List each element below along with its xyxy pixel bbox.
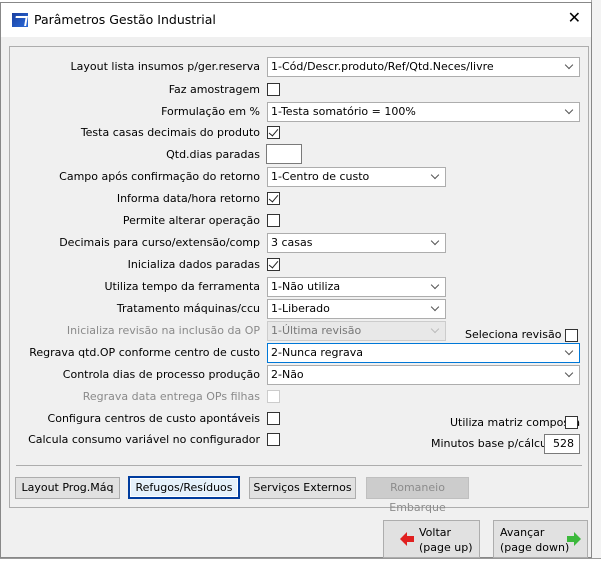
app-icon — [12, 13, 28, 27]
configura-centros-custo-label: Configura centros de custo apontáveis — [47, 412, 260, 425]
voltar-label: Voltar — [419, 526, 452, 539]
calcula-consumo-variavel-checkbox[interactable] — [267, 433, 280, 446]
testa-casas-decimais-checkbox[interactable] — [267, 126, 280, 139]
chevron-down-icon[interactable] — [561, 103, 579, 121]
inicializa-revisao-label: Inicializa revisão na inclusão da OP — [66, 324, 260, 337]
seleciona-revisao-checkbox[interactable] — [565, 329, 578, 342]
informa-data-hora-checkbox[interactable] — [267, 192, 280, 205]
parameters-group: Seleciona revisão Utiliza matriz compost… — [9, 46, 589, 514]
formulacao-value: 1-Testa somatório = 100% — [271, 105, 416, 118]
chevron-down-icon[interactable] — [427, 168, 445, 186]
calcula-consumo-variavel-label: Calcula consumo variável no configurador — [28, 433, 260, 446]
formulacao-label: Formulação em % — [161, 105, 260, 118]
testa-casas-decimais-label: Testa casas decimais do produto — [80, 126, 260, 139]
utiliza-matriz-label: Utiliza matriz composta — [450, 416, 581, 429]
inicializa-dados-paradas-label: Inicializa dados paradas — [127, 258, 260, 271]
configura-centros-custo-checkbox[interactable] — [267, 412, 280, 425]
utiliza-tempo-ferramenta-value: 1-Não utiliza — [271, 280, 341, 293]
campo-apos-confirmacao-value: 1-Centro de custo — [271, 170, 370, 183]
chevron-down-icon[interactable] — [427, 234, 445, 252]
informa-data-hora-label: Informa data/hora retorno — [116, 192, 260, 205]
tratamento-maquinas-label: Tratamento máquinas/ccu — [116, 302, 260, 315]
regrava-data-entrega-label: Regrava data entrega OPs filhas — [82, 390, 260, 403]
romaneio-embarque-button[interactable]: Romaneio Embarque — [366, 477, 469, 514]
layout-lista-insumos-label: Layout lista insumos p/ger.reserva — [70, 60, 260, 73]
regrava-data-entrega-checkbox[interactable] — [267, 390, 280, 403]
formulacao-select[interactable]: 1-Testa somatório = 100% — [267, 102, 580, 122]
permite-alterar-operacao-checkbox[interactable] — [267, 214, 280, 227]
decimais-curso-label: Decimais para curso/extensão/comp — [59, 236, 260, 249]
minutos-base-input[interactable]: 528 — [544, 434, 580, 454]
controla-dias-processo-value: 2-Não — [271, 368, 304, 381]
voltar-button[interactable]: Voltar (page up) — [383, 520, 480, 558]
chevron-down-icon[interactable] — [561, 58, 579, 76]
campo-apos-confirmacao-label: Campo após confirmação do retorno — [59, 170, 260, 183]
arrow-left-icon — [400, 532, 414, 546]
qtd-dias-paradas-label: Qtd.dias paradas — [166, 148, 260, 161]
controla-dias-processo-label: Controla dias de processo produção — [62, 368, 260, 381]
utiliza-matriz-checkbox[interactable] — [565, 416, 578, 429]
inicializa-revisao-value: 1-Última revisão — [271, 324, 362, 337]
chevron-down-icon[interactable] — [561, 344, 579, 362]
decimais-curso-value: 3 casas — [271, 236, 313, 249]
minutos-base-label: Minutos base p/cálculo — [431, 437, 557, 450]
divider — [16, 465, 582, 466]
tratamento-maquinas-value: 1-Liberado — [271, 302, 330, 315]
permite-alterar-operacao-label: Permite alterar operação — [122, 214, 260, 227]
layout-lista-insumos-value: 1-Cód/Descr.produto/Ref/Qtd.Neces/livre — [271, 60, 494, 73]
window-title: Parâmetros Gestão Industrial — [34, 12, 216, 27]
refugos-residuos-button[interactable]: Refugos/Resíduos — [128, 476, 240, 499]
faz-amostragem-checkbox[interactable] — [267, 83, 280, 96]
voltar-shortcut: (page up) — [419, 541, 473, 554]
avancar-button[interactable]: Avançar (page down) — [493, 520, 588, 558]
tratamento-maquinas-select[interactable]: 1-Liberado — [267, 299, 446, 319]
regrava-qtd-op-value: 2-Nunca regrava — [271, 346, 363, 359]
background-app-strip — [0, 558, 601, 565]
utiliza-tempo-ferramenta-select[interactable]: 1-Não utiliza — [267, 277, 446, 297]
controla-dias-processo-select[interactable]: 2-Não — [267, 365, 580, 385]
arrow-right-icon — [567, 532, 581, 546]
utiliza-tempo-ferramenta-label: Utiliza tempo da ferramenta — [104, 280, 260, 293]
inicializa-dados-paradas-checkbox[interactable] — [267, 258, 280, 271]
qtd-dias-paradas-input[interactable] — [266, 144, 302, 164]
close-icon[interactable]: ✕ — [568, 8, 581, 27]
chevron-down-icon[interactable] — [561, 366, 579, 384]
chevron-down-icon[interactable] — [427, 278, 445, 296]
servicos-externos-button[interactable]: Serviços Externos — [249, 477, 356, 499]
background-app — [591, 0, 601, 565]
chevron-down-icon[interactable] — [427, 300, 445, 318]
dialog-window: Parâmetros Gestão Industrial ✕ Seleciona… — [0, 2, 592, 558]
inicializa-revisao-select[interactable]: 1-Última revisão — [267, 321, 446, 341]
avancar-label: Avançar — [500, 526, 545, 539]
faz-amostragem-label: Faz amostragem — [168, 83, 260, 96]
regrava-qtd-op-select[interactable]: 2-Nunca regrava — [267, 343, 580, 363]
seleciona-revisao-label: Seleciona revisão — [465, 328, 562, 341]
decimais-curso-select[interactable]: 3 casas — [267, 233, 446, 253]
chevron-down-icon[interactable] — [427, 322, 445, 340]
layout-prog-maq-button[interactable]: Layout Prog.Máq — [15, 477, 120, 499]
layout-lista-insumos-select[interactable]: 1-Cód/Descr.produto/Ref/Qtd.Neces/livre — [267, 57, 580, 77]
title-bar: Parâmetros Gestão Industrial ✕ — [1, 3, 591, 37]
campo-apos-confirmacao-select[interactable]: 1-Centro de custo — [267, 167, 446, 187]
regrava-qtd-op-label: Regrava qtd.OP conforme centro de custo — [29, 346, 260, 359]
avancar-shortcut: (page down) — [500, 541, 570, 554]
